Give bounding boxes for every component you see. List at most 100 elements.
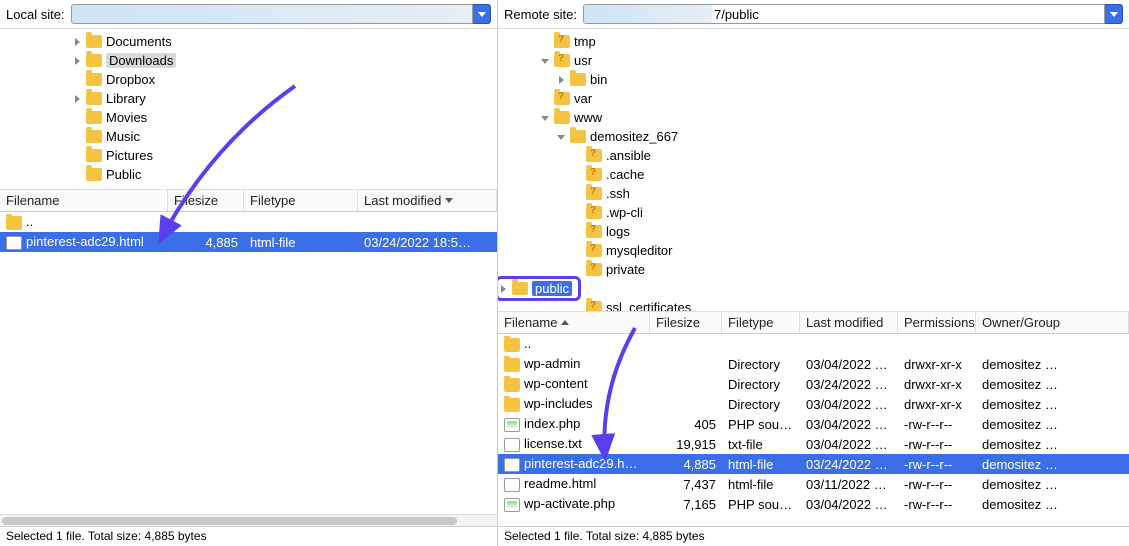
local-site-input[interactable] (71, 4, 473, 24)
tree-item[interactable]: ?.ansible (498, 146, 1129, 165)
tree-item[interactable]: ?usr (498, 51, 1129, 70)
local-file-header[interactable]: Filename Filesize Filetype Last modified (0, 190, 497, 212)
local-site-combo[interactable] (71, 4, 491, 24)
col-filename[interactable]: Filename (498, 312, 650, 333)
folder-icon (86, 73, 102, 86)
cell-name: wp-admin (498, 356, 650, 372)
tree-item[interactable]: ?.cache (498, 165, 1129, 184)
file-row[interactable]: pinterest-adc29.h…4,885html-file03/24/20… (498, 454, 1129, 474)
cell-type: html-file (244, 235, 358, 250)
tree-label: Dropbox (106, 72, 155, 87)
remote-status: Selected 1 file. Total size: 4,885 bytes (498, 526, 1129, 546)
scroll-thumb[interactable] (2, 517, 457, 525)
tree-label: var (574, 91, 592, 106)
remote-site-dropdown[interactable] (1105, 4, 1123, 24)
cell-type: Directory (722, 397, 800, 412)
col-filename[interactable]: Filename (0, 190, 168, 211)
tree-item[interactable]: Downloads (0, 51, 497, 70)
tree-label: Music (106, 129, 140, 144)
cell-name: .. (0, 214, 168, 230)
cell-own: demositez … (976, 357, 1129, 372)
tree-item[interactable]: ?.wp-cli (498, 203, 1129, 222)
tree-item[interactable]: Documents (0, 32, 497, 51)
cell-size: 405 (650, 417, 722, 432)
tree-label: bin (590, 72, 607, 87)
disclosure-icon[interactable] (72, 57, 82, 65)
tree-item[interactable]: ?var (498, 89, 1129, 108)
tree-item[interactable]: Pictures (0, 146, 497, 165)
remote-file-header[interactable]: Filename Filesize Filetype Last modified… (498, 312, 1129, 334)
col-permissions[interactable]: Permissions (898, 312, 976, 333)
tree-item[interactable]: www (498, 108, 1129, 127)
col-filesize[interactable]: Filesize (650, 312, 722, 333)
file-icon (504, 418, 520, 432)
file-icon (504, 498, 520, 512)
tree-item[interactable]: Movies (0, 108, 497, 127)
remote-sitebar: Remote site: (498, 0, 1129, 28)
disclosure-icon[interactable] (540, 57, 550, 65)
file-row[interactable]: wp-contentDirectory03/24/2022 1…drwxr-xr… (498, 374, 1129, 394)
local-tree[interactable]: DocumentsDownloads Dropbox LibraryMovies Mu… (0, 28, 497, 190)
folder-icon: ? (586, 206, 602, 219)
tree-label: usr (574, 53, 592, 68)
tree-item[interactable]: Public (0, 165, 497, 184)
disclosure-icon[interactable] (556, 133, 566, 141)
folder-icon (6, 216, 22, 230)
col-filetype[interactable]: Filetype (722, 312, 800, 333)
tree-label: Public (106, 167, 141, 182)
col-filetype[interactable]: Filetype (244, 190, 358, 211)
local-file-list[interactable]: .. pinterest-adc29.html4,885html-file03/2… (0, 212, 497, 514)
local-pane: Local site: DocumentsDownloads Dropbox Lib… (0, 0, 498, 546)
cell-name: pinterest-adc29.html (0, 234, 168, 250)
tree-item[interactable]: ?logs (498, 222, 1129, 241)
tree-item[interactable]: Music (0, 127, 497, 146)
local-site-label: Local site: (6, 7, 65, 22)
file-row[interactable]: .. (498, 334, 1129, 354)
file-row[interactable]: wp-includesDirectory03/04/2022 …drwxr-xr… (498, 394, 1129, 414)
remote-file-list[interactable]: ..wp-adminDirectory03/04/2022 …drwxr-xr-… (498, 334, 1129, 526)
tree-item[interactable]: Library (0, 89, 497, 108)
tree-label: logs (606, 224, 630, 239)
file-row[interactable]: pinterest-adc29.html4,885html-file03/24/… (0, 232, 497, 252)
tree-label: www (574, 110, 602, 125)
tree-label: ssl_certificates (606, 300, 691, 312)
disclosure-icon[interactable] (72, 95, 82, 103)
cell-type: PHP source (722, 497, 800, 512)
remote-tree[interactable]: ?tmp?usrbin?varwwwdemositez_667?.ansible… (498, 28, 1129, 312)
file-row[interactable]: .. (0, 212, 497, 232)
disclosure-icon[interactable] (540, 114, 550, 122)
folder-icon: ? (586, 149, 602, 162)
col-owner[interactable]: Owner/Group (976, 312, 1129, 333)
cell-name: pinterest-adc29.h… (498, 456, 650, 472)
disclosure-icon[interactable] (498, 285, 508, 293)
tree-item[interactable]: ?private (498, 260, 1129, 279)
cell-name: index.php (498, 416, 650, 432)
file-row[interactable]: readme.html7,437html-file03/11/2022 0…-r… (498, 474, 1129, 494)
tree-item[interactable]: public (498, 279, 578, 298)
tree-item[interactable]: ?mysqleditor (498, 241, 1129, 260)
file-row[interactable]: index.php405PHP source03/04/2022 …-rw-r-… (498, 414, 1129, 434)
local-site-dropdown[interactable] (473, 4, 491, 24)
cell-name: readme.html (498, 476, 650, 492)
tree-item[interactable]: ?ssl_certificates (498, 298, 1129, 312)
col-lastmod[interactable]: Last modified (800, 312, 898, 333)
cell-type: PHP source (722, 417, 800, 432)
local-hscroll[interactable] (0, 514, 497, 526)
tree-item[interactable]: Dropbox (0, 70, 497, 89)
file-row[interactable]: wp-activate.php7,165PHP source03/04/2022… (498, 494, 1129, 514)
disclosure-icon[interactable] (72, 38, 82, 46)
remote-site-combo[interactable] (583, 4, 1123, 24)
cell-name: license.txt (498, 436, 650, 452)
tree-item[interactable]: bin (498, 70, 1129, 89)
folder-icon (570, 130, 586, 143)
disclosure-icon[interactable] (556, 76, 566, 84)
tree-item[interactable]: ?.ssh (498, 184, 1129, 203)
cell-mod: 03/24/2022 1… (800, 377, 898, 392)
col-filesize[interactable]: Filesize (168, 190, 244, 211)
tree-item[interactable]: ?tmp (498, 32, 1129, 51)
tree-label: .cache (606, 167, 644, 182)
file-row[interactable]: license.txt19,915txt-file03/04/2022 …-rw… (498, 434, 1129, 454)
col-lastmod[interactable]: Last modified (358, 190, 497, 211)
tree-item[interactable]: demositez_667 (498, 127, 1129, 146)
file-row[interactable]: wp-adminDirectory03/04/2022 …drwxr-xr-xd… (498, 354, 1129, 374)
